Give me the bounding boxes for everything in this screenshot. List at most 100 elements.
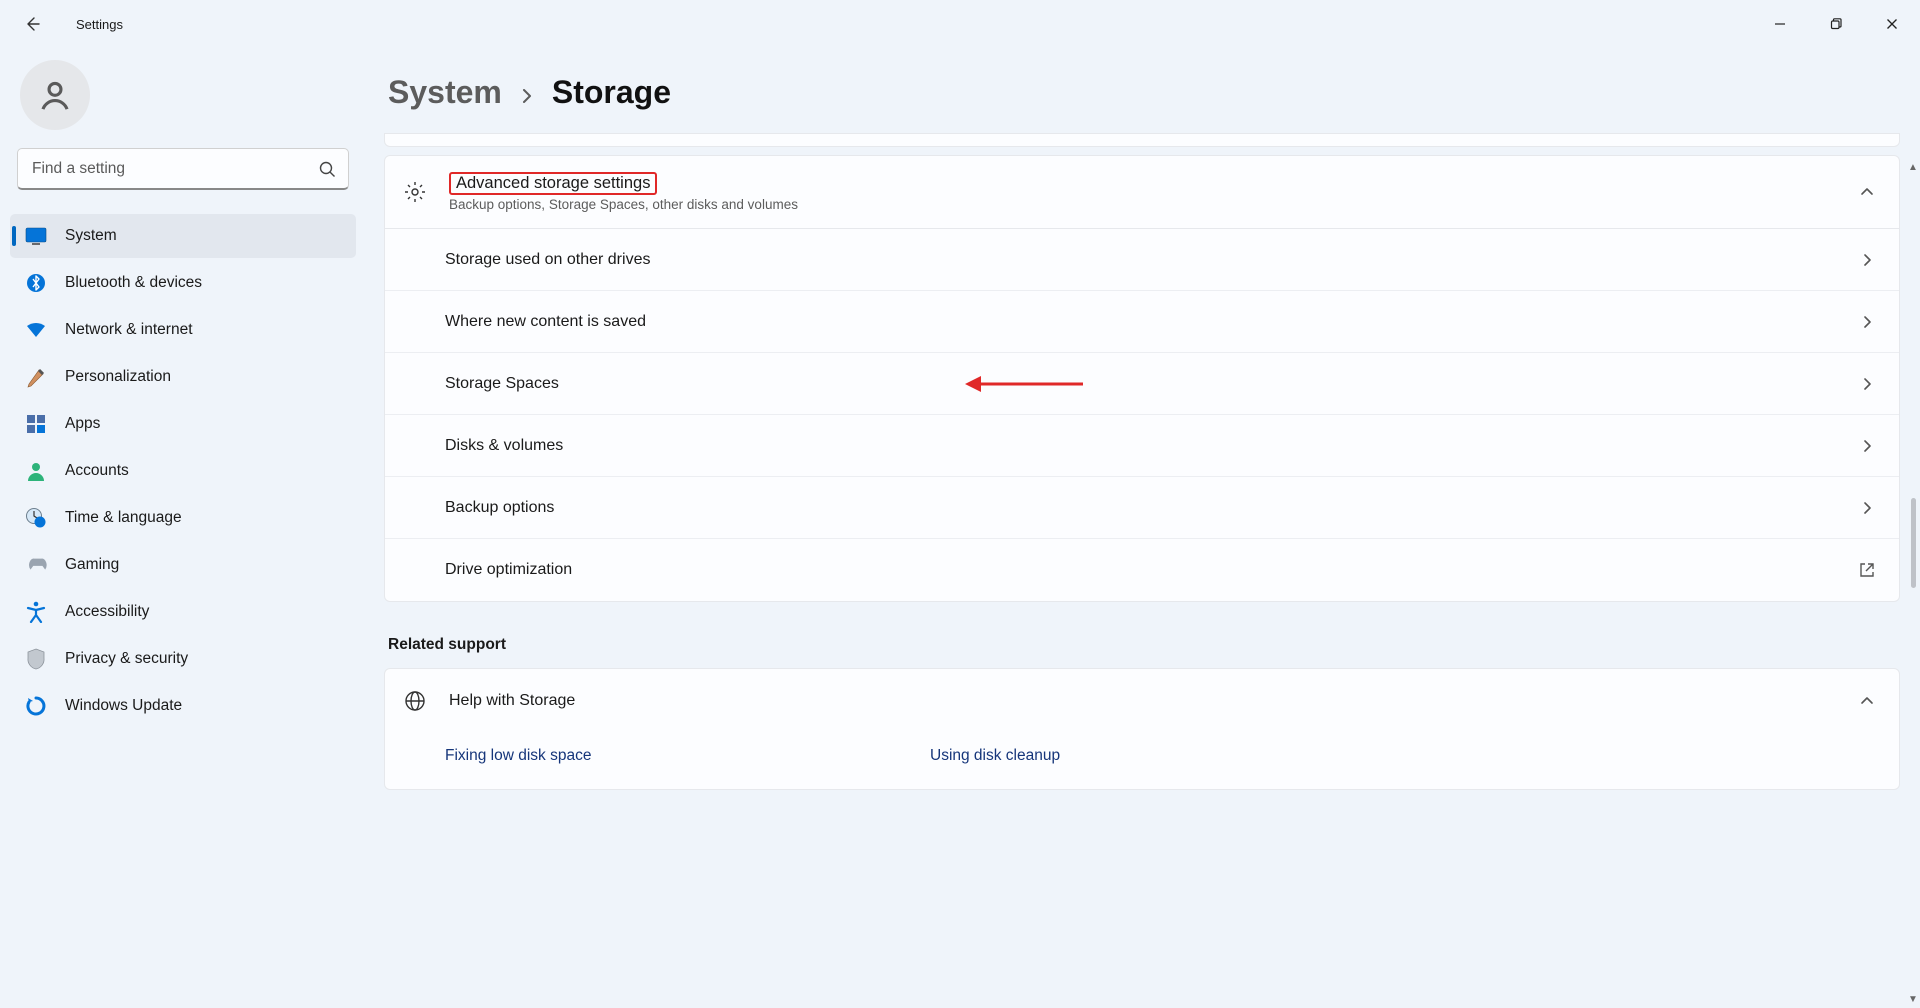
chevron-up-icon: [1859, 693, 1875, 709]
account-icon: [25, 460, 47, 482]
chevron-up-icon: [1859, 184, 1875, 200]
chevron-right-icon: [520, 83, 534, 109]
sidebar-item-label: Privacy & security: [65, 650, 188, 668]
search-container: [17, 148, 349, 190]
sub-item-storage-other-drives[interactable]: Storage used on other drives: [385, 229, 1899, 291]
gear-icon: [403, 180, 427, 204]
sub-item-drive-optimization[interactable]: Drive optimization: [385, 539, 1899, 601]
sidebar-item-label: Gaming: [65, 556, 119, 574]
chevron-right-icon: [1859, 376, 1875, 392]
help-link-low-disk[interactable]: Fixing low disk space: [445, 747, 930, 765]
search-icon: [319, 161, 336, 178]
sub-item-label: Where new content is saved: [445, 313, 646, 331]
person-icon: [38, 78, 72, 112]
previous-card-edge: [384, 133, 1900, 147]
advanced-storage-card: Advanced storage settings Backup options…: [384, 155, 1900, 602]
accessibility-icon: [25, 601, 47, 623]
help-title: Help with Storage: [449, 692, 1859, 710]
sidebar-item-apps[interactable]: Apps: [10, 402, 356, 446]
update-icon: [25, 695, 47, 717]
related-support-heading: Related support: [388, 636, 1900, 654]
app-title: Settings: [76, 17, 123, 32]
sidebar-item-label: System: [65, 227, 117, 245]
advanced-storage-title: Advanced storage settings: [449, 172, 657, 195]
sidebar-item-label: Personalization: [65, 368, 171, 386]
search-button[interactable]: [317, 159, 337, 179]
sidebar-item-label: Windows Update: [65, 697, 182, 715]
sidebar-item-label: Bluetooth & devices: [65, 274, 202, 292]
sidebar-item-time-language[interactable]: Time & language: [10, 496, 356, 540]
help-links: Fixing low disk space Using disk cleanup: [385, 733, 1899, 789]
gamepad-icon: [25, 554, 47, 576]
title-bar-left: Settings: [18, 10, 123, 38]
chevron-right-icon: [1859, 314, 1875, 330]
sub-item-label: Disks & volumes: [445, 437, 563, 455]
title-bar: Settings: [0, 0, 1920, 48]
sidebar: System Bluetooth & devices Network & int…: [0, 48, 366, 1008]
search-input[interactable]: [17, 148, 349, 190]
help-link-disk-cleanup[interactable]: Using disk cleanup: [930, 747, 1415, 765]
sidebar-item-label: Apps: [65, 415, 100, 433]
maximize-restore-icon: [1830, 18, 1842, 30]
header-texts: Advanced storage settings Backup options…: [449, 172, 1859, 212]
breadcrumb-current: Storage: [552, 74, 671, 111]
advanced-storage-subtitle: Backup options, Storage Spaces, other di…: [449, 197, 1859, 212]
arrow-left-icon: [24, 16, 40, 32]
chevron-right-icon: [1859, 500, 1875, 516]
minimize-button[interactable]: [1752, 4, 1808, 44]
sidebar-item-label: Time & language: [65, 509, 182, 527]
sidebar-item-system[interactable]: System: [10, 214, 356, 258]
sub-item-storage-spaces[interactable]: Storage Spaces: [385, 353, 1899, 415]
breadcrumb: System Storage: [384, 48, 1900, 133]
scrollbar-thumb[interactable]: [1911, 498, 1916, 588]
app-shell: System Bluetooth & devices Network & int…: [0, 48, 1920, 1008]
apps-icon: [25, 413, 47, 435]
sidebar-item-personalization[interactable]: Personalization: [10, 355, 356, 399]
user-avatar[interactable]: [20, 60, 90, 130]
close-icon: [1886, 18, 1898, 30]
bluetooth-icon: [25, 272, 47, 294]
breadcrumb-parent[interactable]: System: [388, 74, 502, 111]
help-header[interactable]: Help with Storage: [385, 669, 1899, 733]
scrollbar[interactable]: ▲ ▼: [1904, 158, 1920, 1008]
sub-item-where-new-content[interactable]: Where new content is saved: [385, 291, 1899, 353]
external-link-icon: [1859, 562, 1875, 578]
help-card: Help with Storage Fixing low disk space …: [384, 668, 1900, 790]
sidebar-item-accounts[interactable]: Accounts: [10, 449, 356, 493]
sub-item-label: Drive optimization: [445, 561, 572, 579]
chevron-right-icon: [1859, 438, 1875, 454]
globe-icon: [403, 689, 427, 713]
main-content: System Storage Advanced storage settings…: [366, 48, 1920, 1008]
sub-item-backup-options[interactable]: Backup options: [385, 477, 1899, 539]
sidebar-item-label: Network & internet: [65, 321, 193, 339]
window-controls: [1752, 4, 1920, 44]
minimize-icon: [1774, 18, 1786, 30]
paintbrush-icon: [25, 366, 47, 388]
sidebar-item-gaming[interactable]: Gaming: [10, 543, 356, 587]
maximize-button[interactable]: [1808, 4, 1864, 44]
advanced-sub-list: Storage used on other drives Where new c…: [385, 228, 1899, 601]
back-button[interactable]: [18, 10, 46, 38]
sub-item-label: Backup options: [445, 499, 554, 517]
sidebar-item-label: Accounts: [65, 462, 129, 480]
sidebar-item-windows-update[interactable]: Windows Update: [10, 684, 356, 728]
shield-icon: [25, 648, 47, 670]
sidebar-item-network[interactable]: Network & internet: [10, 308, 356, 352]
close-button[interactable]: [1864, 4, 1920, 44]
scroll-up-icon[interactable]: ▲: [1904, 158, 1920, 176]
nav-list: System Bluetooth & devices Network & int…: [10, 214, 356, 728]
advanced-storage-header[interactable]: Advanced storage settings Backup options…: [385, 156, 1899, 228]
sidebar-item-privacy[interactable]: Privacy & security: [10, 637, 356, 681]
sidebar-item-bluetooth[interactable]: Bluetooth & devices: [10, 261, 356, 305]
annotation-arrow-icon: [965, 372, 1085, 396]
wifi-icon: [25, 319, 47, 341]
chevron-right-icon: [1859, 252, 1875, 268]
sub-item-label: Storage Spaces: [445, 375, 559, 393]
sub-item-label: Storage used on other drives: [445, 251, 650, 269]
scroll-down-icon[interactable]: ▼: [1904, 990, 1920, 1008]
sidebar-item-label: Accessibility: [65, 603, 149, 621]
sidebar-item-accessibility[interactable]: Accessibility: [10, 590, 356, 634]
clock-globe-icon: [25, 507, 47, 529]
system-icon: [25, 225, 47, 247]
sub-item-disks-volumes[interactable]: Disks & volumes: [385, 415, 1899, 477]
